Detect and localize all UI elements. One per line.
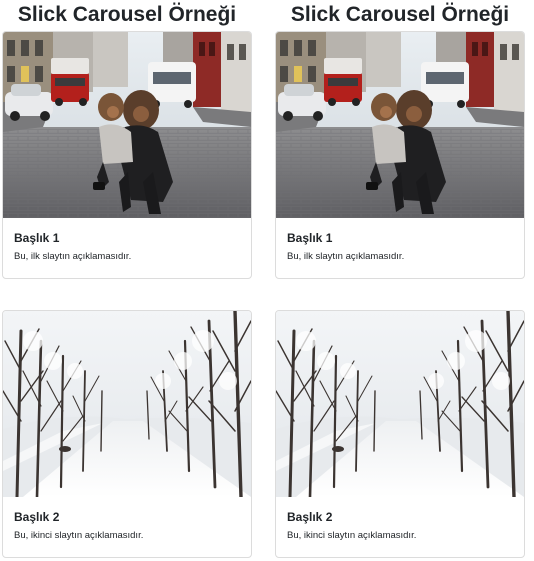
slide-description: Bu, ilk slaytın açıklamasıdır. [287,251,405,262]
carousel-right: Slick Carousel Örneği Başlık 1 Bu, ilk s… [275,0,525,558]
slide-title: Başlık 2 [287,510,333,524]
slide-description: Bu, ilk slaytın açıklamasıdır. [14,251,132,262]
card-body: Başlık 1 Bu, ilk slaytın açıklamasıdır. [276,218,524,263]
carousel-heading: Slick Carousel Örneği [290,3,510,26]
carousel-left: Slick Carousel Örneği Başlık 1 Bu, ilk s… [2,0,252,558]
carousel-heading: Slick Carousel Örneği [17,3,237,26]
slide-card[interactable]: Başlık 1 Bu, ilk slaytın açıklamasıdır. [275,31,525,279]
slide-description: Bu, ikinci slaytın açıklamasıdır. [287,530,417,541]
slide-description: Bu, ikinci slaytın açıklamasıdır. [14,530,144,541]
card-body: Başlık 2 Bu, ikinci slaytın açıklamasıdı… [3,497,251,542]
slide-image-snow [276,311,524,497]
slide-card[interactable]: Başlık 2 Bu, ikinci slaytın açıklamasıdı… [275,310,525,558]
slide-card[interactable]: Başlık 1 Bu, ilk slaytın açıklamasıdır. [2,31,252,279]
slide-title: Başlık 2 [14,510,60,524]
slide-image-snow [3,311,251,497]
slide-title: Başlık 1 [14,231,60,245]
slide-title: Başlık 1 [287,231,333,245]
card-body: Başlık 1 Bu, ilk slaytın açıklamasıdır. [3,218,251,263]
slide-image-street [276,32,524,218]
slide-card[interactable]: Başlık 2 Bu, ikinci slaytın açıklamasıdı… [2,310,252,558]
slide-image-street [3,32,251,218]
card-body: Başlık 2 Bu, ikinci slaytın açıklamasıdı… [276,497,524,542]
